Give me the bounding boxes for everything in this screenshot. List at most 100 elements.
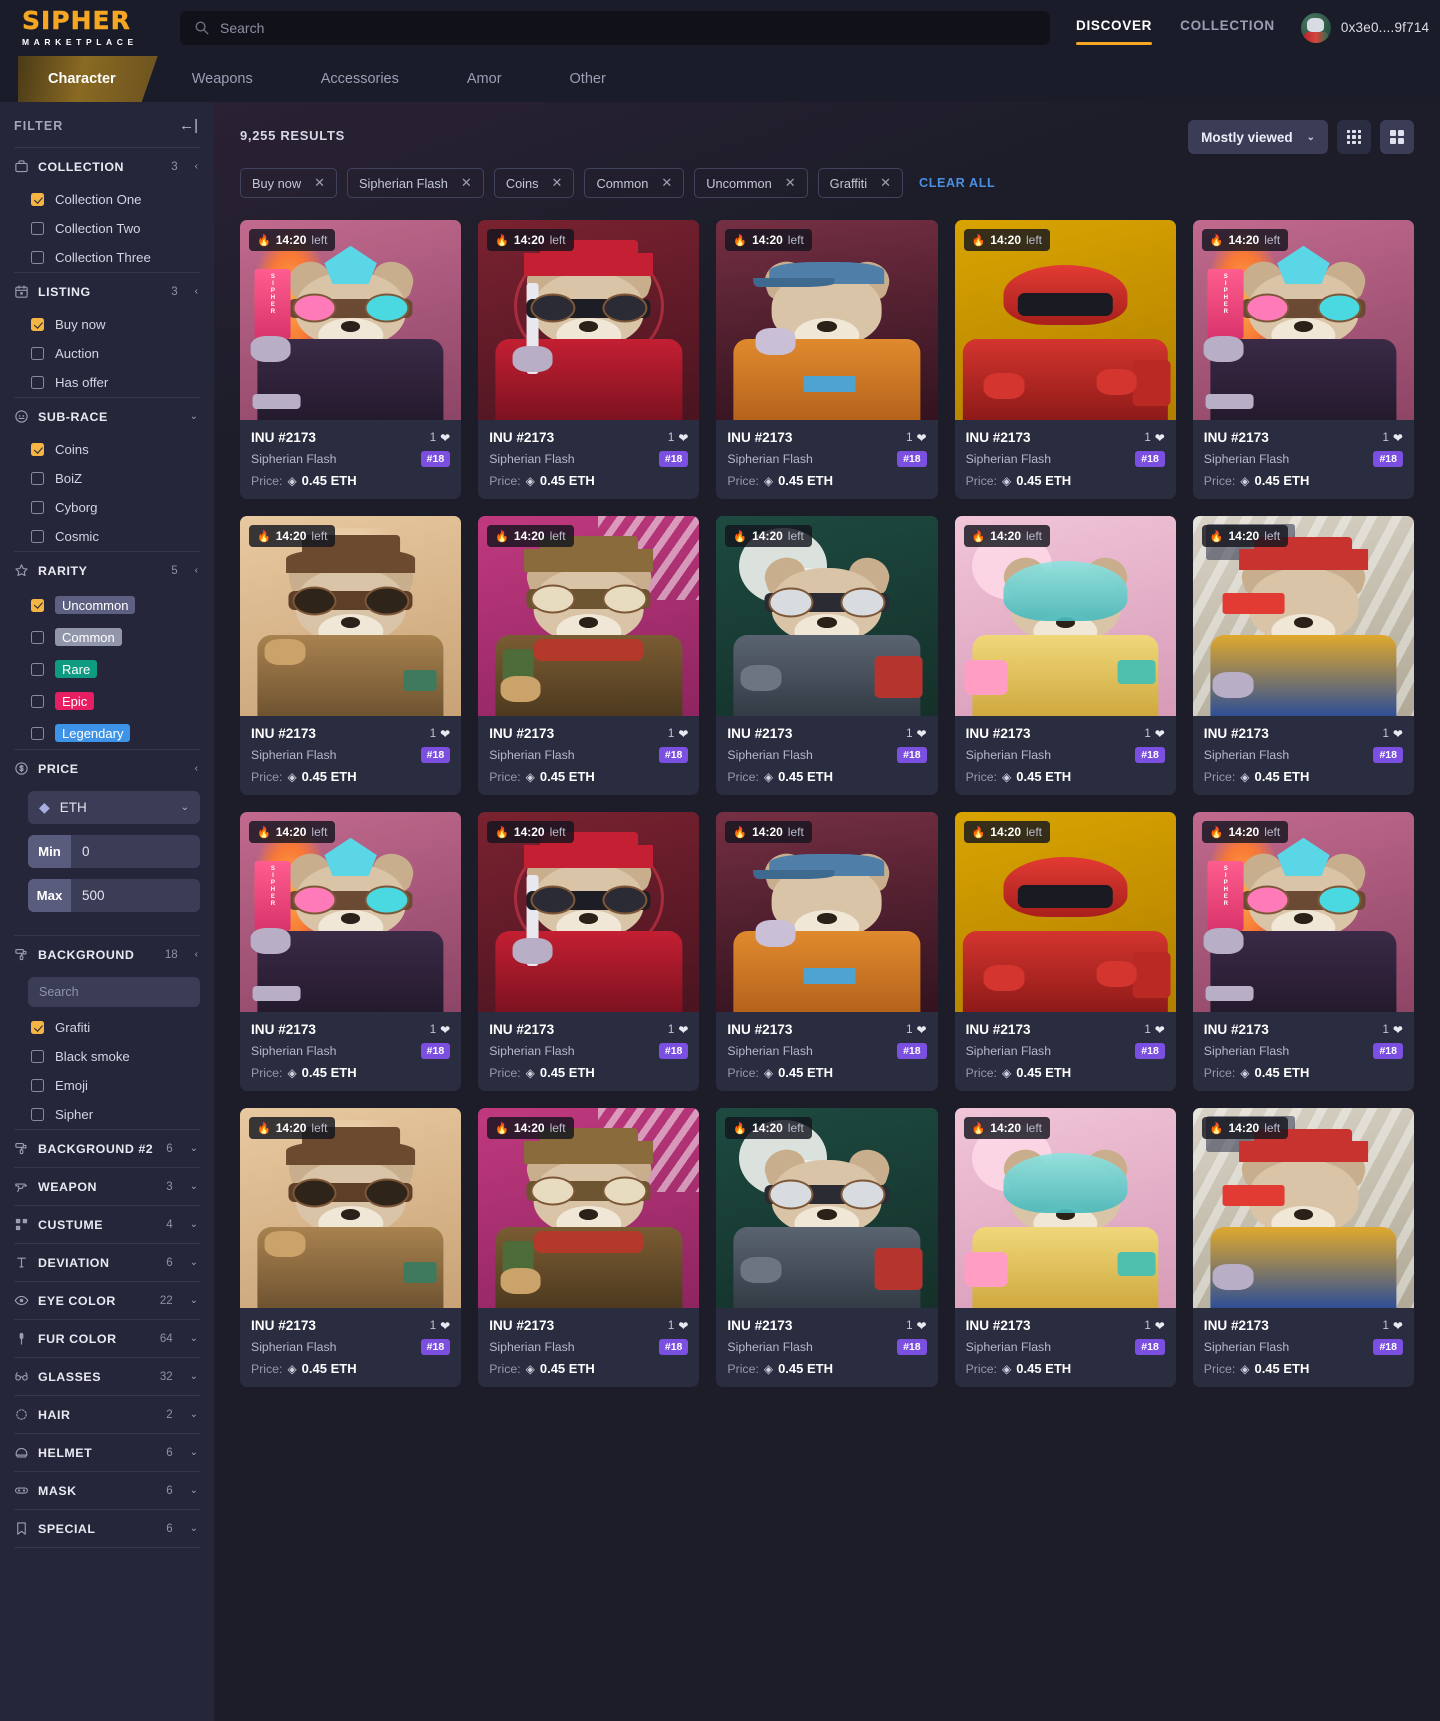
heart-icon[interactable]: ❤ <box>917 1319 927 1333</box>
checkbox[interactable] <box>31 501 44 514</box>
search-input[interactable] <box>220 19 1036 36</box>
tab-amor[interactable]: Amor <box>433 56 536 102</box>
nft-card[interactable]: 🔥 14:20 left INU #2173 1 ❤ Sipherian Flash #18 P… <box>716 220 938 499</box>
filter-chip[interactable]: Common ✕ <box>584 168 685 198</box>
search-bar[interactable] <box>180 10 1050 45</box>
nft-image[interactable]: 🔥 14:20 left <box>478 516 700 716</box>
sort-dropdown[interactable]: Mostly viewed ⌄ <box>1188 120 1328 154</box>
chevron-icon[interactable]: ‹ <box>195 763 198 774</box>
tab-weapons[interactable]: Weapons <box>158 56 287 102</box>
nav-collection[interactable]: COLLECTION <box>1180 18 1275 38</box>
nft-image[interactable]: 🔥 14:20 left <box>478 220 700 420</box>
checkbox[interactable] <box>31 472 44 485</box>
view-large-grid-button[interactable] <box>1380 120 1414 154</box>
filter-option[interactable]: Has offer <box>0 368 214 397</box>
filter-section-custume[interactable]: CUSTUME 4 ⌄ <box>0 1206 214 1243</box>
like-counter[interactable]: 1 ❤ <box>906 431 926 445</box>
chevron-icon[interactable]: ‹ <box>195 565 198 576</box>
nft-card[interactable]: 🔥 14:20 left INU #2173 1 ❤ Sipherian Flash #18 P… <box>478 1108 700 1387</box>
filter-option[interactable]: Auction <box>0 339 214 368</box>
like-counter[interactable]: 1 ❤ <box>430 1023 450 1037</box>
heart-icon[interactable]: ❤ <box>917 727 927 741</box>
tab-character[interactable]: Character <box>18 56 158 102</box>
checkbox[interactable] <box>31 443 44 456</box>
filter-section-price[interactable]: PRICE ‹ <box>0 750 214 787</box>
filter-section-mask[interactable]: MASK 6 ⌄ <box>0 1472 214 1509</box>
collapse-sidebar-icon[interactable]: ←| <box>179 118 198 133</box>
filter-section-glasses[interactable]: GLASSES 32 ⌄ <box>0 1358 214 1395</box>
close-icon[interactable]: ✕ <box>785 175 796 191</box>
chevron-icon[interactable]: ⌄ <box>190 1257 198 1268</box>
nft-card[interactable]: SIPHER 🔥 14:20 left INU #2173 1 ❤ Sipherian Fla… <box>240 812 462 1091</box>
filter-section-hair[interactable]: HAIR 2 ⌄ <box>0 1396 214 1433</box>
nft-image[interactable]: 🔥 14:20 left <box>716 1108 938 1308</box>
nft-card[interactable]: 🔥 14:20 left INU #2173 1 ❤ Sipherian Flash #18 P… <box>954 812 1176 1091</box>
nft-card[interactable]: 🔥 14:20 left INU #2173 1 ❤ Sipherian Flash #18 P… <box>478 220 700 499</box>
like-counter[interactable]: 1 ❤ <box>1144 431 1164 445</box>
heart-icon[interactable]: ❤ <box>1393 1319 1403 1333</box>
nft-image[interactable]: SIPHER 🔥 14:20 left <box>240 812 462 1012</box>
like-counter[interactable]: 1 ❤ <box>906 1319 926 1333</box>
nft-card[interactable]: 🔥 14:20 left INU #2173 1 ❤ Sipherian Flash #18 P… <box>240 516 462 795</box>
chevron-icon[interactable]: ⌄ <box>190 1409 198 1420</box>
sipher-logo[interactable]: SIPHER MARKETPLACE <box>22 8 157 47</box>
close-icon[interactable]: ✕ <box>661 175 672 191</box>
like-counter[interactable]: 1 ❤ <box>1383 1319 1403 1333</box>
nft-image[interactable]: 🔥 14:20 left <box>240 1108 462 1308</box>
nft-card[interactable]: 🔥 14:20 left INU #2173 1 ❤ Sipherian Flash #18 P… <box>954 1108 1176 1387</box>
heart-icon[interactable]: ❤ <box>1155 1319 1165 1333</box>
filter-option[interactable]: Epic <box>0 685 214 717</box>
nft-card[interactable]: 🔥 14:20 left INU #2173 1 ❤ Sipherian Flash #18 P… <box>1192 1108 1414 1387</box>
filter-section-special[interactable]: SPECIAL 6 ⌄ <box>0 1510 214 1547</box>
filter-option[interactable]: Collection Two <box>0 214 214 243</box>
chevron-icon[interactable]: ⌄ <box>190 1219 198 1230</box>
filter-section-eye-color[interactable]: EYE COLOR 22 ⌄ <box>0 1282 214 1319</box>
nft-card[interactable]: 🔥 14:20 left INU #2173 1 ❤ Sipherian Flash #18 P… <box>716 812 938 1091</box>
chevron-icon[interactable]: ⌄ <box>190 1333 198 1344</box>
filter-option[interactable]: Black smoke <box>0 1042 214 1071</box>
nft-image[interactable]: SIPHER 🔥 14:20 left <box>240 220 462 420</box>
min-price-input[interactable] <box>71 835 200 868</box>
checkbox[interactable] <box>31 530 44 543</box>
nft-image[interactable]: 🔥 14:20 left <box>1192 516 1414 716</box>
like-counter[interactable]: 1 ❤ <box>1383 431 1403 445</box>
currency-select[interactable]: ◆ ETH ⌄ <box>28 791 200 824</box>
filter-chip[interactable]: Coins ✕ <box>493 168 575 198</box>
filter-option[interactable]: Coins <box>0 435 214 464</box>
checkbox[interactable] <box>31 193 44 206</box>
checkbox[interactable] <box>31 694 44 708</box>
heart-icon[interactable]: ❤ <box>678 431 688 445</box>
filter-section-background[interactable]: BACKGROUND 18 ‹ <box>0 936 214 973</box>
nft-image[interactable]: 🔥 14:20 left <box>478 1108 700 1308</box>
close-icon[interactable]: ✕ <box>552 175 563 191</box>
filter-chip[interactable]: Sipherian Flash ✕ <box>347 168 484 198</box>
heart-icon[interactable]: ❤ <box>917 431 927 445</box>
checkbox[interactable] <box>31 318 44 331</box>
checkbox[interactable] <box>31 1108 44 1121</box>
heart-icon[interactable]: ❤ <box>440 431 450 445</box>
checkbox[interactable] <box>31 726 44 740</box>
nav-discover[interactable]: DISCOVER <box>1076 18 1153 45</box>
nft-image[interactable]: 🔥 14:20 left <box>954 1108 1176 1308</box>
chevron-icon[interactable]: ⌄ <box>190 1523 198 1534</box>
checkbox[interactable] <box>31 598 44 612</box>
like-counter[interactable]: 1 ❤ <box>430 431 450 445</box>
nft-card[interactable]: 🔥 14:20 left INU #2173 1 ❤ Sipherian Flash #18 P… <box>240 1108 462 1387</box>
nft-image[interactable]: 🔥 14:20 left <box>954 516 1176 716</box>
like-counter[interactable]: 1 ❤ <box>906 1023 926 1037</box>
filter-option[interactable]: Buy now <box>0 310 214 339</box>
filter-chip[interactable]: Graffiti ✕ <box>817 168 903 198</box>
like-counter[interactable]: 1 ❤ <box>430 1319 450 1333</box>
heart-icon[interactable]: ❤ <box>440 1319 450 1333</box>
like-counter[interactable]: 1 ❤ <box>430 727 450 741</box>
chevron-icon[interactable]: ‹ <box>195 949 198 960</box>
checkbox[interactable] <box>31 347 44 360</box>
clear-all-button[interactable]: CLEAR ALL <box>919 176 995 190</box>
nft-image[interactable]: 🔥 14:20 left <box>716 220 938 420</box>
nft-card[interactable]: SIPHER 🔥 14:20 left INU #2173 1 ❤ Sipherian Fla… <box>240 220 462 499</box>
filter-section-collection[interactable]: COLLECTION 3 ‹ <box>0 148 214 185</box>
nft-image[interactable]: 🔥 14:20 left <box>240 516 462 716</box>
checkbox[interactable] <box>31 376 44 389</box>
nft-card[interactable]: SIPHER 🔥 14:20 left INU #2173 1 ❤ Sipherian Fla… <box>1192 812 1414 1091</box>
filter-section-listing[interactable]: LISTING 3 ‹ <box>0 273 214 310</box>
